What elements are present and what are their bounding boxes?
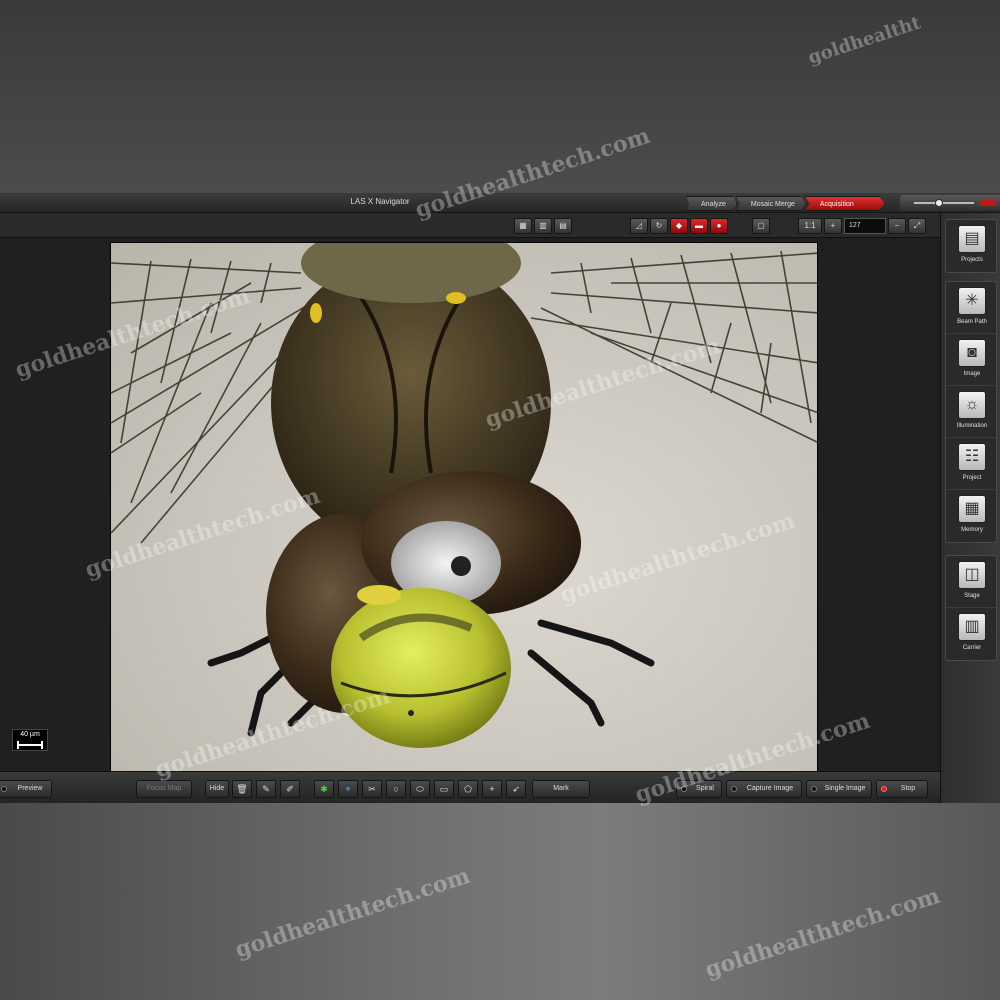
spiral-button[interactable]: Spiral bbox=[676, 780, 722, 798]
panel-group-stage: ◫ Stage ▥ Carrier bbox=[945, 555, 997, 661]
focus-map-button[interactable]: Focus Map bbox=[136, 780, 192, 798]
circle-tool-icon[interactable]: ○ bbox=[386, 780, 406, 798]
capture-image-label: Capture Image bbox=[746, 785, 794, 792]
beam-path-icon: ✳ bbox=[958, 287, 986, 315]
panel-item-project[interactable]: ☷ Project bbox=[946, 438, 996, 490]
lightbulb-icon: ☼ bbox=[958, 391, 986, 419]
zoom-ratio-button[interactable]: 1:1 bbox=[798, 218, 822, 234]
scale-bar-label: 40 µm bbox=[20, 731, 40, 738]
tab-mosaic-merge[interactable]: Mosaic Merge bbox=[735, 196, 806, 211]
zoom-in-icon[interactable]: + bbox=[824, 218, 842, 234]
stop-label: Stop bbox=[900, 785, 916, 792]
preview-label: Preview bbox=[17, 785, 43, 792]
application-window: LAS X Navigator Analyze Mosaic Merge Acq… bbox=[0, 193, 1000, 803]
window-controls bbox=[900, 195, 1000, 211]
snapshot-icon[interactable]: ▢ bbox=[752, 218, 770, 234]
single-image-indicator-icon bbox=[811, 786, 817, 792]
acquisition-toolbar: Preview Focus Map Hide 🗑 ✎ ✐ ✱ ⌖ ✂ ○ ⬭ ▭… bbox=[0, 771, 940, 803]
microscope-image[interactable] bbox=[110, 242, 818, 772]
crosshair-icon[interactable]: ⌖ bbox=[338, 780, 358, 798]
add-point-icon[interactable]: + bbox=[482, 780, 502, 798]
title-bar: LAS X Navigator Analyze Mosaic Merge Acq… bbox=[0, 193, 1000, 213]
mark-button[interactable]: Mark bbox=[532, 780, 590, 798]
layout-grid-icon[interactable]: ▤ bbox=[554, 218, 572, 234]
tab-acquisition[interactable]: Acquisition bbox=[804, 196, 885, 211]
tab-analyze[interactable]: Analyze bbox=[686, 196, 737, 211]
preview-button[interactable]: Preview bbox=[0, 780, 52, 798]
stop-indicator-icon bbox=[881, 786, 887, 792]
window-slider-knob[interactable] bbox=[935, 199, 943, 207]
ellipse-tool-icon[interactable]: ⬭ bbox=[410, 780, 430, 798]
panel-item-carrier[interactable]: ▥ Carrier bbox=[946, 608, 996, 660]
panel-group-projects: ▤ Projects bbox=[945, 219, 997, 273]
image-viewport: 40 µm bbox=[0, 239, 940, 772]
layout-buttons: ▦ ▥ ▤ bbox=[514, 218, 572, 234]
stop-button[interactable]: Stop bbox=[876, 780, 928, 798]
refresh-icon[interactable]: ↻ bbox=[650, 218, 668, 234]
scale-bar: 40 µm bbox=[12, 729, 48, 751]
stage-icon: ◫ bbox=[958, 561, 986, 589]
panel-item-image[interactable]: ◙ Image bbox=[946, 334, 996, 386]
scale-bar-line bbox=[17, 741, 43, 749]
hide-button[interactable]: Hide bbox=[205, 780, 229, 798]
panel-item-projects[interactable]: ▤ Projects bbox=[946, 220, 996, 272]
delete-icon[interactable]: 🗑 bbox=[232, 780, 252, 798]
histogram-icon[interactable]: ◿ bbox=[630, 218, 648, 234]
panel-group-acquisition: ✳ Beam Path ◙ Image ☼ Illumination ☷ Pro… bbox=[945, 281, 997, 543]
window-slider-track[interactable] bbox=[914, 202, 974, 204]
panel-item-illumination[interactable]: ☼ Illumination bbox=[946, 386, 996, 438]
live-icon[interactable]: ● bbox=[710, 218, 728, 234]
memory-chip-icon: ▦ bbox=[958, 495, 986, 523]
panel-item-stage[interactable]: ◫ Stage bbox=[946, 556, 996, 608]
right-tool-panel: ▤ Projects ✳ Beam Path ◙ Image ☼ Illumin… bbox=[940, 213, 1000, 803]
select-green-icon[interactable]: ✱ bbox=[314, 780, 334, 798]
snapshot-group: ▢ bbox=[752, 218, 770, 234]
project-icon: ☷ bbox=[958, 443, 986, 471]
dragonfly-illustration bbox=[111, 243, 817, 748]
overexposure-icon[interactable]: ◆ bbox=[670, 218, 688, 234]
spiral-label: Spiral bbox=[696, 785, 714, 792]
spiral-indicator-icon bbox=[681, 786, 687, 792]
brush-icon[interactable]: ✐ bbox=[280, 780, 300, 798]
pointer-icon[interactable]: ➶ bbox=[506, 780, 526, 798]
color-bar-icon[interactable]: ▬ bbox=[690, 218, 708, 234]
camera-icon: ◙ bbox=[958, 339, 986, 367]
app-title: LAS X Navigator bbox=[350, 197, 410, 206]
single-image-button[interactable]: Single Image bbox=[806, 780, 872, 798]
panel-item-memory[interactable]: ▦ Memory bbox=[946, 490, 996, 542]
viewer-toolbar: ▦ ▥ ▤ ◿ ↻ ◆ ▬ ● ▢ 1:1 + 127 − ⤢ bbox=[0, 213, 940, 238]
projects-icon: ▤ bbox=[958, 225, 986, 253]
mode-tabs: Analyze Mosaic Merge Acquisition bbox=[686, 196, 885, 211]
edit-icon[interactable]: ✎ bbox=[256, 780, 276, 798]
capture-indicator-icon bbox=[731, 786, 737, 792]
panel-item-beam-path[interactable]: ✳ Beam Path bbox=[946, 282, 996, 334]
capture-image-button[interactable]: Capture Image bbox=[726, 780, 802, 798]
scissors-icon[interactable]: ✂ bbox=[362, 780, 382, 798]
carrier-icon: ▥ bbox=[958, 613, 986, 641]
preview-indicator-icon bbox=[1, 786, 7, 792]
zoom-value-field[interactable]: 127 bbox=[844, 218, 886, 234]
display-buttons: ◿ ↻ ◆ ▬ ● bbox=[630, 218, 728, 234]
layout-single-icon[interactable]: ▦ bbox=[514, 218, 532, 234]
brand-mark-icon bbox=[980, 200, 996, 206]
polygon-tool-icon[interactable]: ⬠ bbox=[458, 780, 478, 798]
zoom-out-icon[interactable]: − bbox=[888, 218, 906, 234]
fit-icon[interactable]: ⤢ bbox=[908, 218, 926, 234]
layout-split-icon[interactable]: ▥ bbox=[534, 218, 552, 234]
background-bottom bbox=[0, 803, 1000, 1000]
single-image-label: Single Image bbox=[824, 785, 866, 792]
rectangle-tool-icon[interactable]: ▭ bbox=[434, 780, 454, 798]
background-top bbox=[0, 0, 1000, 193]
zoom-controls: 1:1 + 127 − ⤢ bbox=[798, 218, 926, 234]
